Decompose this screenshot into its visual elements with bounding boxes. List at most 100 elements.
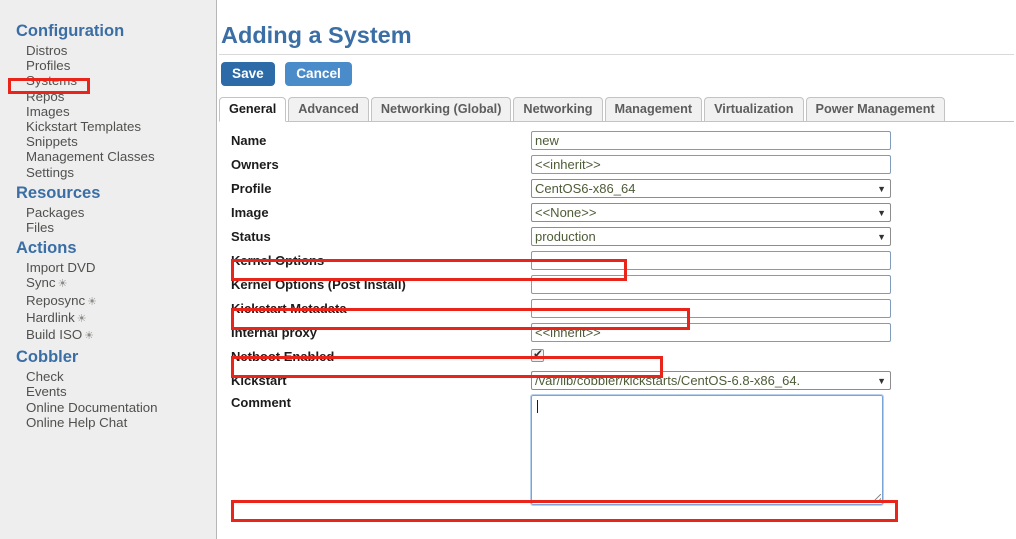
status-select[interactable]: production ▼ [531,226,891,246]
field-label-internal-proxy: Internal proxy [231,324,317,340]
sidebar-item-snippets[interactable]: Snippets [0,134,216,149]
tab-power-management[interactable]: Power Management [805,97,945,121]
field-label-kickstart-metadata: Kickstart Metadata [231,300,347,316]
field-label-kernel-options-post-install: Kernel Options (Post Install) [231,276,406,292]
tab-networking-global-[interactable]: Networking (Global) [370,97,512,121]
field-label-netboot-enabled: Netboot Enabled [231,348,335,364]
sidebar-item-label: Management Classes [26,149,155,165]
image-select-value: <<None>> [535,204,597,220]
field-label-name: Name [231,132,267,148]
tab-advanced[interactable]: Advanced [288,97,369,121]
sidebar-item-label: Settings [26,164,75,180]
sidebar-item-profiles[interactable]: Profiles [0,58,216,73]
sidebar-item-import-dvd[interactable]: Import DVD [0,260,216,275]
chevron-down-icon[interactable]: ▼ [877,181,886,197]
sidebar-item-hardlink[interactable]: Hardlink ☀ [0,310,216,327]
sidebar-item-online-documentation[interactable]: Online Documentation [0,400,216,415]
sidebar-item-management-classes[interactable]: Management Classes [0,149,216,164]
sidebar-item-label: Kickstart Templates [26,119,142,135]
profile-select[interactable]: CentOS6-x86_64 ▼ [531,178,891,198]
kickstart-select[interactable]: /var/lib/cobbler/kickstarts/CentOS-6.8-x… [531,370,891,390]
form-row-status: Status production ▼ [219,224,1014,248]
gear-icon[interactable]: ☀ [84,330,94,342]
sidebar-item-label: Systems [26,73,77,89]
field-label-owners: Owners [231,156,279,172]
sidebar-item-label: Distros [26,43,68,58]
kickstart-select-value: /var/lib/cobbler/kickstarts/CentOS-6.8-x… [535,372,801,388]
sidebar-item-reposync[interactable]: Reposync ☀ [0,293,216,310]
field-label-status: Status [231,228,271,244]
sidebar-item-label: Packages [26,204,85,220]
sidebar-item-label: Check [26,369,64,385]
tab-general[interactable]: General [219,97,287,122]
sidebar: Configuration Distros Profiles Systems Repos… [0,0,216,539]
gear-icon[interactable]: ☀ [87,296,97,308]
sidebar-item-distros[interactable]: Distros [0,43,216,58]
form-row-kernel-options-post-install: Kernel Options (Post Install) [219,272,1014,296]
sidebar-item-check[interactable]: Check [0,369,216,384]
field-control-kickstart-metadata [531,298,1014,318]
sidebar-item-sync[interactable]: Sync ☀ [0,275,216,292]
form-row-kickstart-metadata: Kickstart Metadata [219,296,1014,320]
field-control-owners: <<inherit>> [531,154,1014,174]
chevron-down-icon[interactable]: ▼ [877,373,886,389]
action-button-row: Save Cancel [219,55,1016,86]
sidebar-item-label: Hardlink [26,309,75,325]
gear-icon[interactable]: ☀ [77,313,87,325]
kernel-options-post-install-input[interactable] [531,274,891,294]
field-control-netboot-enabled [531,347,1014,365]
sidebar-item-kickstart-templates[interactable]: Kickstart Templates [0,119,216,134]
image-select[interactable]: <<None>> ▼ [531,202,891,222]
sidebar-item-label: Online Help Chat [26,414,128,430]
field-label-comment: Comment [231,395,291,410]
page-title: Adding a System [221,22,412,48]
field-control-internal-proxy: <<inherit>> [531,322,1014,342]
form-row-profile: Profile CentOS6-x86_64 ▼ [219,176,1014,200]
field-control-image: <<None>> ▼ [531,202,1014,222]
form-row-internal-proxy: Internal proxy <<inherit>> [219,320,1014,344]
sidebar-item-images[interactable]: Images [0,104,216,119]
tab-management[interactable]: Management [604,97,703,121]
chevron-down-icon[interactable]: ▼ [877,205,886,221]
save-button[interactable]: Save [221,62,275,86]
tab-networking[interactable]: Networking [513,97,603,121]
field-label-image: Image [231,204,269,220]
sidebar-item-repos[interactable]: Repos [0,89,216,104]
kickstart-metadata-input[interactable] [531,298,891,318]
sidebar-item-label: Sync [26,275,56,291]
comment-textarea[interactable] [530,394,884,506]
chevron-down-icon[interactable]: ▼ [877,229,886,245]
gear-icon[interactable]: ☀ [58,278,68,290]
tab-virtualization[interactable]: Virtualization [704,97,804,121]
sidebar-item-packages[interactable]: Packages [0,205,216,220]
field-control-kernel-options [531,250,1014,270]
netboot-enabled-checkbox[interactable] [531,347,544,363]
sidebar-item-files[interactable]: Files [0,220,216,235]
sidebar-item-systems[interactable]: Systems [0,73,216,88]
sidebar-item-settings[interactable]: Settings [0,165,216,180]
sidebar-heading-resources: Resources [16,183,101,202]
sidebar-item-label: Build ISO [26,327,83,343]
sidebar-heading-configuration: Configuration [16,22,125,40]
owners-input[interactable]: <<inherit>> [531,154,891,174]
kernel-options-input[interactable] [531,250,891,270]
field-control-kickstart: /var/lib/cobbler/kickstarts/CentOS-6.8-x… [531,370,1014,390]
sidebar-item-label: Online Documentation [26,399,158,415]
sidebar-item-label: Events [26,384,67,400]
internal-proxy-input[interactable]: <<inherit>> [531,322,891,342]
sidebar-item-events[interactable]: Events [0,384,216,399]
field-control-profile: CentOS6-x86_64 ▼ [531,178,1014,198]
sidebar-item-online-help-chat[interactable]: Online Help Chat [0,415,216,430]
cancel-button[interactable]: Cancel [285,62,352,86]
sidebar-item-build-iso[interactable]: Build ISO ☀ [0,327,216,344]
profile-select-value: CentOS6-x86_64 [535,180,636,196]
cobbler-web-ui: cobbler ConfigurationDistrosProfilesSyst… [0,0,1016,539]
form-row-comment: Comment [219,392,1014,506]
resize-handle-icon[interactable] [872,494,881,503]
sidebar-item-label: Snippets [26,134,78,150]
form-row-netboot-enabled: Netboot Enabled [219,344,1014,368]
tab-bar: General Advanced Networking (Global) Networ… [219,96,1014,122]
name-input[interactable]: new [531,130,891,150]
form-row-owners: Owners <<inherit>> [219,152,1014,176]
form-row-name: Name new [219,128,1014,152]
